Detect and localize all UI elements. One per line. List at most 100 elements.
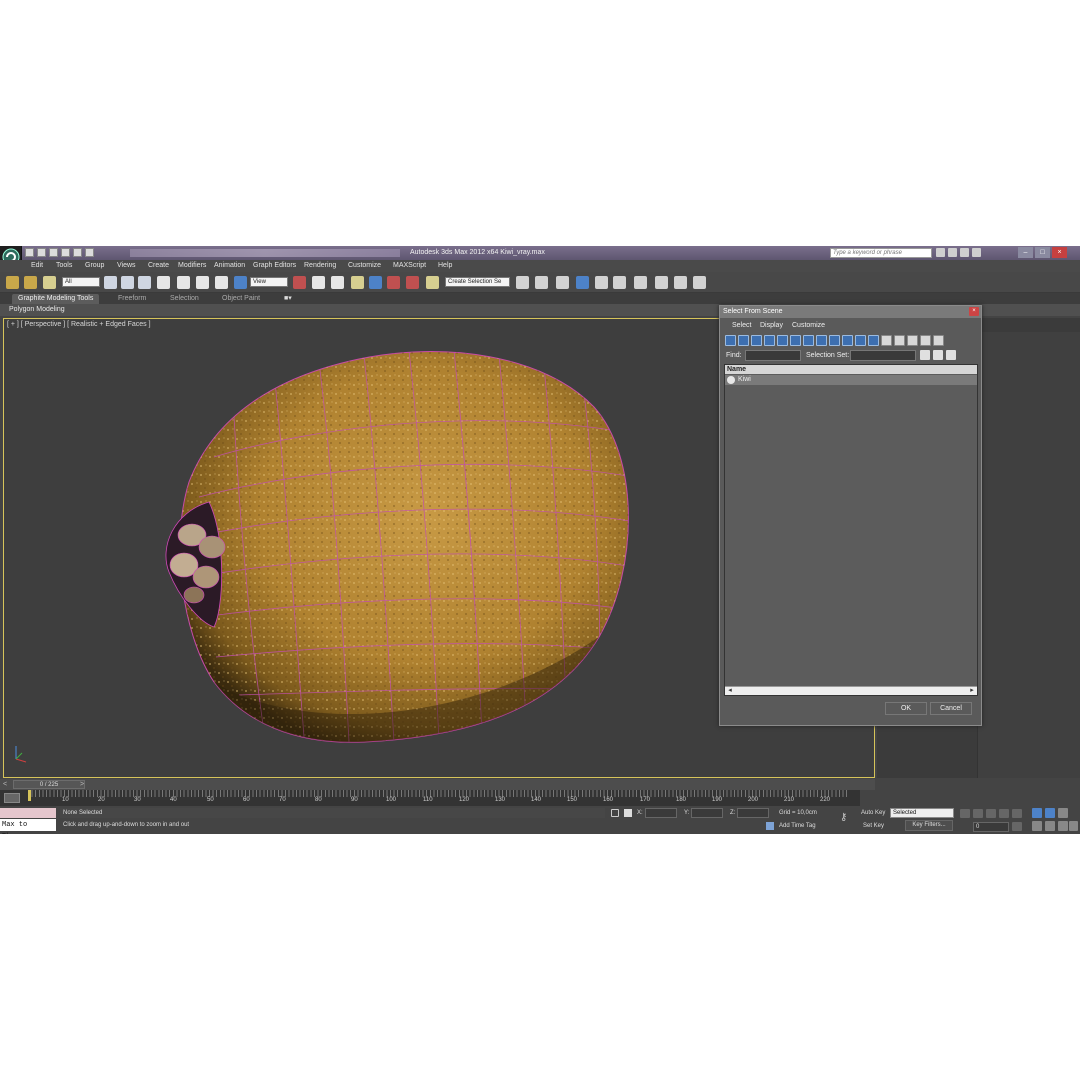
selection-lock-icon[interactable]	[611, 809, 619, 817]
ok-button[interactable]: OK	[885, 702, 927, 715]
display-frozen-icon[interactable]	[855, 335, 866, 346]
material-editor-icon[interactable]	[634, 276, 647, 289]
layer-manager-icon[interactable]	[556, 276, 569, 289]
display-space-warps-icon[interactable]	[790, 335, 801, 346]
column-header-name[interactable]: Name	[725, 365, 977, 374]
unlink-icon[interactable]	[24, 276, 37, 289]
cancel-button[interactable]: Cancel	[930, 702, 972, 715]
auto-key-button[interactable]: Auto Key	[861, 810, 885, 816]
open-file-icon[interactable]	[37, 248, 46, 257]
spinner-snap-icon[interactable]	[406, 276, 419, 289]
bind-space-warp-icon[interactable]	[43, 276, 56, 289]
filter-icon[interactable]	[920, 335, 931, 346]
maximize-button[interactable]: □	[1035, 247, 1050, 258]
z-coordinate-field[interactable]	[737, 808, 769, 818]
menu-tools[interactable]: Tools	[56, 262, 72, 269]
menu-views[interactable]: Views	[117, 262, 136, 269]
scale-active-icon[interactable]	[234, 276, 247, 289]
menu-group[interactable]: Group	[85, 262, 104, 269]
dialog-close-icon[interactable]: ×	[969, 307, 979, 316]
subscription-icon[interactable]	[948, 248, 957, 257]
selection-region-icon[interactable]	[138, 276, 151, 289]
select-by-name-icon[interactable]	[121, 276, 134, 289]
window-crossing-icon[interactable]	[157, 276, 170, 289]
select-move-icon[interactable]	[177, 276, 190, 289]
close-button[interactable]: ×	[1052, 247, 1067, 258]
orbit-icon[interactable]	[1058, 821, 1068, 831]
zoom-icon[interactable]	[1032, 808, 1042, 818]
select-rotate-icon[interactable]	[196, 276, 209, 289]
display-lights-icon[interactable]	[751, 335, 762, 346]
link-icon[interactable]	[6, 276, 19, 289]
select-object-icon[interactable]	[104, 276, 117, 289]
time-slider-next-icon[interactable]: >	[80, 780, 89, 789]
list-item[interactable]: Kiwi	[725, 375, 977, 385]
mini-curve-editor-icon[interactable]	[4, 793, 20, 803]
display-groups-icon[interactable]	[803, 335, 814, 346]
tab-freeform[interactable]: Freeform	[112, 294, 152, 304]
y-coordinate-field[interactable]	[691, 808, 723, 818]
selection-filter-dropdown[interactable]: All	[62, 277, 100, 287]
time-config-icon[interactable]	[1012, 822, 1022, 831]
select-all-icon[interactable]	[920, 350, 930, 360]
next-frame-icon[interactable]	[999, 809, 1009, 818]
play-icon[interactable]	[986, 809, 996, 818]
display-none-icon[interactable]	[894, 335, 905, 346]
find-input[interactable]	[745, 350, 801, 361]
absolute-mode-icon[interactable]	[624, 809, 632, 817]
polygon-modeling-panel[interactable]: Polygon Modeling	[9, 306, 65, 313]
maximize-viewport-icon[interactable]	[1069, 821, 1078, 831]
display-cameras-icon[interactable]	[764, 335, 775, 346]
scroll-right-icon[interactable]: ▸	[968, 687, 976, 695]
pan-icon[interactable]	[1045, 821, 1055, 831]
add-time-tag-button[interactable]: Add Time Tag	[779, 823, 816, 829]
display-containers-icon[interactable]	[842, 335, 853, 346]
menu-help[interactable]: Help	[438, 262, 452, 269]
filter-options-icon[interactable]	[933, 335, 944, 346]
search-binoculars-icon[interactable]	[936, 248, 945, 257]
maxscript-output[interactable]	[0, 808, 56, 818]
menu-rendering[interactable]: Rendering	[304, 262, 336, 269]
current-frame-field[interactable]: 0	[973, 822, 1009, 832]
render-setup-icon[interactable]	[655, 276, 668, 289]
display-bones-icon[interactable]	[829, 335, 840, 346]
dialog-menu-customize[interactable]: Customize	[792, 322, 825, 329]
time-slider-thumb[interactable]: 0 / 225	[13, 780, 85, 789]
tab-object-paint[interactable]: Object Paint	[216, 294, 266, 304]
select-invert-icon[interactable]	[946, 350, 956, 360]
time-slider[interactable]: < 0 / 225 >	[0, 779, 875, 790]
align-icon[interactable]	[535, 276, 548, 289]
display-helpers-icon[interactable]	[777, 335, 788, 346]
x-coordinate-field[interactable]	[645, 808, 677, 818]
dialog-menu-select[interactable]: Select	[732, 322, 751, 329]
horizontal-scrollbar[interactable]: ◂ ▸	[725, 686, 977, 695]
set-key-button[interactable]: Set Key	[863, 823, 884, 829]
star-icon[interactable]	[960, 248, 969, 257]
search-input[interactable]: Type a keyword or phrase	[830, 248, 932, 258]
menu-modifiers[interactable]: Modifiers	[178, 262, 206, 269]
reference-coordinate-dropdown[interactable]: View	[250, 277, 288, 287]
tab-selection[interactable]: Selection	[164, 294, 205, 304]
percent-snap-icon[interactable]	[387, 276, 400, 289]
help-icon[interactable]	[972, 248, 981, 257]
time-tag-icon[interactable]	[766, 822, 774, 830]
select-manipulate-icon[interactable]	[312, 276, 325, 289]
menu-maxscript[interactable]: MAXScript	[393, 262, 426, 269]
mirror-icon[interactable]	[516, 276, 529, 289]
zoom-all-icon[interactable]	[1045, 808, 1055, 818]
viewport-label[interactable]: [ + ] [ Perspective ] [ Realistic + Edge…	[7, 321, 151, 328]
ribbon-options-icon[interactable]: ■▾	[278, 294, 298, 304]
render-production-icon[interactable]	[693, 276, 706, 289]
save-file-icon[interactable]	[49, 248, 58, 257]
maxscript-listener[interactable]: Max to Physc.	[0, 808, 56, 834]
minimize-button[interactable]: –	[1018, 247, 1033, 258]
go-to-start-icon[interactable]	[960, 809, 970, 818]
select-none-icon[interactable]	[933, 350, 943, 360]
pivot-center-icon[interactable]	[293, 276, 306, 289]
key-mode-dropdown[interactable]: Selected	[890, 808, 954, 818]
select-scale-icon[interactable]	[215, 276, 228, 289]
previous-frame-icon[interactable]	[973, 809, 983, 818]
display-geometry-icon[interactable]	[725, 335, 736, 346]
named-selection-dropdown[interactable]: Create Selection Se	[445, 277, 510, 287]
field-of-view-icon[interactable]	[1032, 821, 1042, 831]
